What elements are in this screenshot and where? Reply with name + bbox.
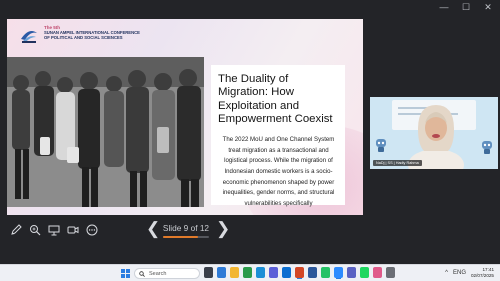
powerpoint-icon[interactable]: [295, 267, 304, 279]
mail-icon[interactable]: [282, 267, 291, 278]
zoom-tool-icon[interactable]: [28, 223, 41, 236]
slide-photo: [7, 57, 204, 207]
search-input[interactable]: [149, 270, 197, 277]
word-icon[interactable]: [308, 267, 317, 278]
slide-title: The Duality of Migration: How Exploitati…: [218, 73, 333, 125]
keyboard-language[interactable]: ENG: [453, 270, 466, 276]
close-icon[interactable]: ✕: [482, 2, 494, 12]
widgets-icon[interactable]: [217, 267, 226, 278]
minimize-icon[interactable]: —: [438, 2, 450, 12]
clock-date: 02/07/2025: [471, 273, 494, 278]
taskbar-apps: [204, 267, 395, 279]
previous-slide-button[interactable]: ❮: [146, 220, 160, 237]
slide-navigation: ❮ Slide 9 of 12 ❯: [146, 220, 230, 242]
zoom-icon[interactable]: [334, 267, 343, 279]
window-controls: — ☐ ✕: [438, 2, 494, 12]
conference-logo-icon: [21, 31, 37, 43]
current-slide[interactable]: The 5th SUNAN AMPEL INTERNATIONAL CONFER…: [7, 19, 363, 215]
tray-chevron-icon[interactable]: ^: [445, 270, 448, 276]
migrant-workers-photo: [7, 57, 204, 207]
conference-name: The 5th SUNAN AMPEL INTERNATIONAL CONFER…: [44, 25, 140, 40]
robot-decoration-icon: [376, 139, 386, 152]
search-icon: [139, 270, 145, 277]
edge-icon[interactable]: [256, 267, 265, 278]
taskbar-search[interactable]: [134, 268, 200, 279]
task-view-icon[interactable]: [204, 267, 213, 278]
robot-decoration-icon: [482, 141, 492, 154]
start-button[interactable]: [120, 268, 131, 279]
next-slide-button[interactable]: ❯: [216, 220, 230, 237]
presenter-person: [408, 105, 464, 169]
slide-progress-bar: [163, 236, 209, 238]
presenter-tools: [9, 223, 98, 236]
slide-progress-fill: [163, 236, 198, 238]
maximize-icon[interactable]: ☐: [460, 2, 472, 12]
settings-icon[interactable]: [386, 267, 395, 278]
participant-name-tag: NaDj | SS | Hadiy Rahma: [373, 160, 422, 166]
slide-text-card: The Duality of Migration: How Exploitati…: [211, 65, 345, 207]
slide-body: The 2022 MoU and One Channel System trea…: [222, 136, 335, 207]
more-options-icon[interactable]: [85, 223, 98, 236]
conference-title: SUNAN AMPEL INTERNATIONAL CONFERENCE OF …: [44, 30, 140, 40]
pen-tool-icon[interactable]: [9, 223, 22, 236]
system-tray: ^ ENG 17:41 02/07/2025: [445, 267, 494, 279]
camera-tool-icon[interactable]: [66, 223, 79, 236]
whatsapp-icon[interactable]: [321, 267, 330, 278]
conference-logo: The 5th SUNAN AMPEL INTERNATIONAL CONFER…: [19, 25, 140, 45]
store-icon[interactable]: [269, 267, 278, 278]
slide-counter: Slide 9 of 12: [162, 223, 210, 233]
teams-icon[interactable]: [347, 267, 356, 278]
file-explorer-icon[interactable]: [230, 267, 239, 278]
clock[interactable]: 17:41 02/07/2025: [471, 267, 494, 279]
taskbar: ^ ENG 17:41 02/07/2025: [0, 264, 500, 281]
app-window: — ☐ ✕ The 5th SUNAN AMPEL INTERNATIONAL …: [0, 0, 500, 281]
spotify-icon[interactable]: [360, 267, 369, 278]
presenter-video[interactable]: NaDj | SS | Hadiy Rahma: [370, 97, 498, 169]
pointer-tool-icon[interactable]: [47, 223, 60, 236]
photos-icon[interactable]: [373, 267, 382, 278]
chrome-icon[interactable]: [243, 267, 252, 278]
